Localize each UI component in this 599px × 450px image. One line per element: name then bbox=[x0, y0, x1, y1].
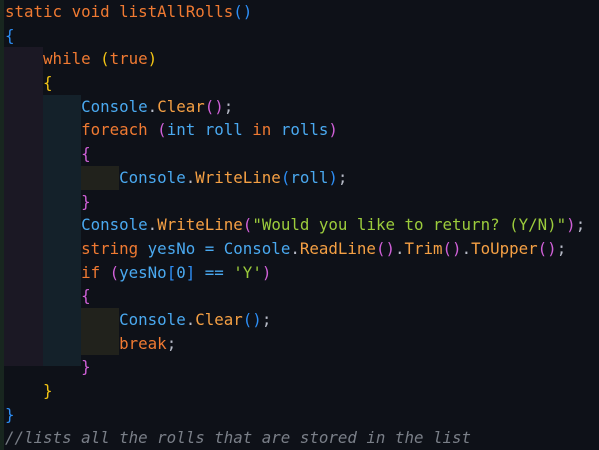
code-token: ) bbox=[566, 215, 576, 235]
code-token: ; bbox=[556, 238, 567, 258]
code-line[interactable]: string yesNo = Console.ReadLine().Trim()… bbox=[5, 237, 585, 261]
code-token: Console bbox=[5, 96, 148, 116]
code-token: ; bbox=[223, 96, 234, 116]
code-line[interactable]: static void listAllRolls() bbox=[5, 0, 585, 24]
code-token: . bbox=[147, 215, 158, 235]
code-token: { bbox=[81, 286, 91, 306]
code-token: Console bbox=[5, 215, 148, 235]
code-token: } bbox=[5, 404, 15, 424]
code-line[interactable]: { bbox=[5, 24, 585, 48]
code-token: ToUpper bbox=[471, 238, 538, 258]
code-line[interactable]: { bbox=[5, 71, 585, 95]
code-line[interactable]: Console.WriteLine(roll); bbox=[5, 166, 585, 190]
code-token: 'Y' bbox=[233, 262, 262, 282]
code-token: Trim bbox=[404, 238, 443, 258]
code-token: true bbox=[109, 49, 148, 69]
code-token: { bbox=[43, 73, 53, 93]
code-token: ( bbox=[157, 120, 167, 140]
code-token: . bbox=[147, 96, 158, 116]
code-line[interactable]: Console.WriteLine("Would you like to ret… bbox=[5, 213, 585, 237]
code-token: Clear bbox=[157, 96, 205, 116]
code-line[interactable]: { bbox=[5, 142, 585, 166]
code-token: . bbox=[461, 238, 472, 258]
code-token: ] bbox=[185, 262, 196, 282]
code-token: () bbox=[442, 238, 462, 258]
code-token: in bbox=[252, 120, 281, 140]
code-token: () bbox=[242, 309, 262, 329]
code-token: () bbox=[537, 238, 557, 258]
code-token: rolls bbox=[280, 120, 329, 140]
code-token: //lists all the rolls that are stored in… bbox=[5, 428, 472, 448]
code-token: } bbox=[81, 191, 91, 211]
code-token: () bbox=[375, 238, 395, 258]
code-token: Console bbox=[5, 167, 186, 187]
code-token: ReadLine bbox=[299, 238, 376, 258]
code-token: ( bbox=[100, 49, 110, 69]
code-line[interactable]: Console.Clear(); bbox=[5, 95, 585, 119]
code-line[interactable]: } bbox=[5, 403, 585, 427]
code-line[interactable]: Console.Clear(); bbox=[5, 308, 585, 332]
code-token: ) bbox=[261, 262, 272, 282]
code-token: ( bbox=[280, 167, 291, 187]
code-token: ) bbox=[328, 167, 338, 187]
code-token: ( bbox=[109, 262, 120, 282]
code-token: yesNo bbox=[119, 262, 167, 282]
code-text[interactable]: static void listAllRolls(){ while (true)… bbox=[5, 0, 585, 450]
code-line[interactable]: { bbox=[5, 284, 585, 308]
code-token: == bbox=[195, 262, 234, 282]
code-token: if bbox=[5, 262, 110, 282]
code-line[interactable]: } bbox=[5, 379, 585, 403]
code-line[interactable]: //lists all the rolls that are stored in… bbox=[5, 426, 585, 450]
code-token: { bbox=[81, 144, 91, 164]
code-token: ; bbox=[166, 333, 177, 353]
code-token: [ bbox=[166, 262, 177, 282]
code-line[interactable]: } bbox=[5, 355, 585, 379]
code-line[interactable]: break; bbox=[5, 332, 585, 356]
code-token: ) bbox=[328, 120, 338, 140]
code-token: ; bbox=[261, 309, 272, 329]
code-token: Clear bbox=[195, 309, 243, 329]
code-token: foreach bbox=[5, 120, 158, 140]
code-token: . bbox=[290, 238, 300, 258]
code-line[interactable]: } bbox=[5, 190, 585, 214]
code-token: roll bbox=[290, 167, 329, 187]
code-line[interactable]: if (yesNo[0] == 'Y') bbox=[5, 261, 585, 285]
code-token: WriteLine bbox=[157, 215, 243, 235]
code-token: ) bbox=[147, 49, 158, 69]
code-token: yesNo = Console bbox=[147, 238, 291, 258]
code-token: () bbox=[204, 96, 224, 116]
code-token: . bbox=[185, 309, 196, 329]
code-editor[interactable]: static void listAllRolls(){ while (true)… bbox=[0, 0, 599, 450]
code-token: . bbox=[394, 238, 405, 258]
code-token: static void listAllRolls bbox=[5, 2, 234, 21]
code-token: 0 bbox=[176, 262, 186, 282]
code-token: ; bbox=[337, 167, 348, 187]
code-token: ; bbox=[575, 215, 586, 235]
code-token: } bbox=[43, 381, 53, 400]
code-token: while bbox=[5, 49, 101, 69]
code-token: WriteLine bbox=[195, 167, 281, 187]
code-token: int roll bbox=[166, 120, 253, 140]
code-token: "Would you like to return? (Y/N)" bbox=[252, 215, 567, 235]
code-token: string bbox=[5, 238, 148, 258]
code-line[interactable]: foreach (int roll in rolls) bbox=[5, 118, 585, 142]
code-token: } bbox=[81, 357, 91, 377]
code-token: Console bbox=[5, 309, 186, 329]
code-token: break bbox=[5, 333, 167, 353]
code-token: . bbox=[185, 167, 196, 187]
code-line[interactable]: while (true) bbox=[5, 47, 585, 71]
code-token: { bbox=[5, 25, 15, 45]
code-token: ( bbox=[242, 215, 253, 235]
code-token: () bbox=[233, 2, 253, 21]
